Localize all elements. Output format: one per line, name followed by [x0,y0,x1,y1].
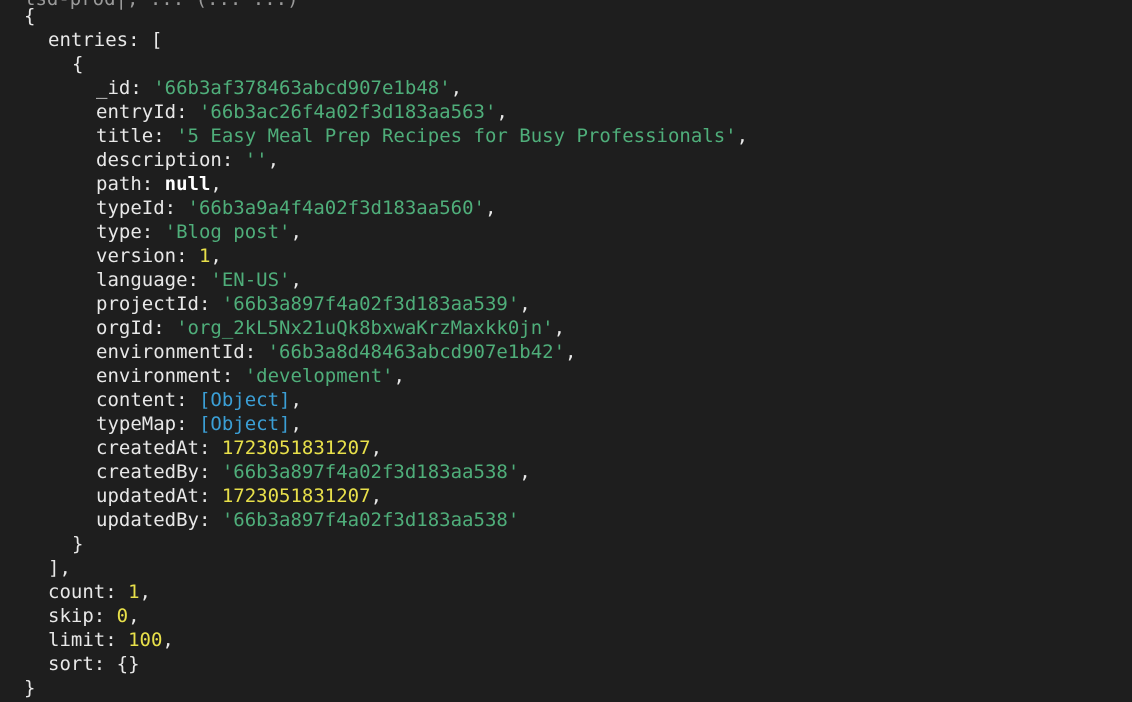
field-id: _id: '66b3af378463abcd907e1b48', [96,77,463,99]
entry-open-brace: { [72,53,84,75]
open-brace: { [24,5,36,27]
entries-close-bracket: ], [48,557,71,579]
field-skip: skip: 0, [48,605,140,627]
field-updatedBy: updatedBy: '66b3a897f4a02f3d183aa538' [96,509,520,531]
field-typeMap: typeMap: [Object], [96,413,302,435]
field-version: version: 1, [96,245,222,267]
field-environmentId: environmentId: '66b3a8d48463abcd907e1b42… [96,341,577,363]
terminal-output[interactable]: lsd-prod|, ... (... ...) { entries: [ { … [0,0,1132,702]
field-title: title: '5 Easy Meal Prep Recipes for Bus… [96,125,749,147]
field-orgId: orgId: 'org_2kL5Nx21uQk8bxwaKrzMaxkk0jn'… [96,317,566,339]
field-sort: sort: {} [48,653,140,675]
field-count: count: 1, [48,581,151,603]
field-updatedAt: updatedAt: 1723051831207, [96,485,383,507]
field-limit: limit: 100, [48,629,174,651]
field-createdBy: createdBy: '66b3a897f4a02f3d183aa538', [96,461,531,483]
field-typeId: typeId: '66b3a9a4f4a02f3d183aa560', [96,197,497,219]
field-projectId: projectId: '66b3a897f4a02f3d183aa539', [96,293,531,315]
entries-key-line: entries: [ [48,29,163,51]
field-path: path: null, [96,173,222,195]
field-description: description: '', [96,149,280,171]
entry-close-brace: } [72,533,84,555]
field-type: type: 'Blog post', [96,221,302,243]
field-createdAt: createdAt: 1723051831207, [96,437,383,459]
close-brace: } [24,677,36,699]
field-content: content: [Object], [96,389,302,411]
clipped-output-line: lsd-prod|, ... (... ...) [24,0,299,11]
field-environment: environment: 'development', [96,365,405,387]
field-language: language: 'EN-US', [96,269,302,291]
field-entryId: entryId: '66b3ac26f4a02f3d183aa563', [96,101,508,123]
